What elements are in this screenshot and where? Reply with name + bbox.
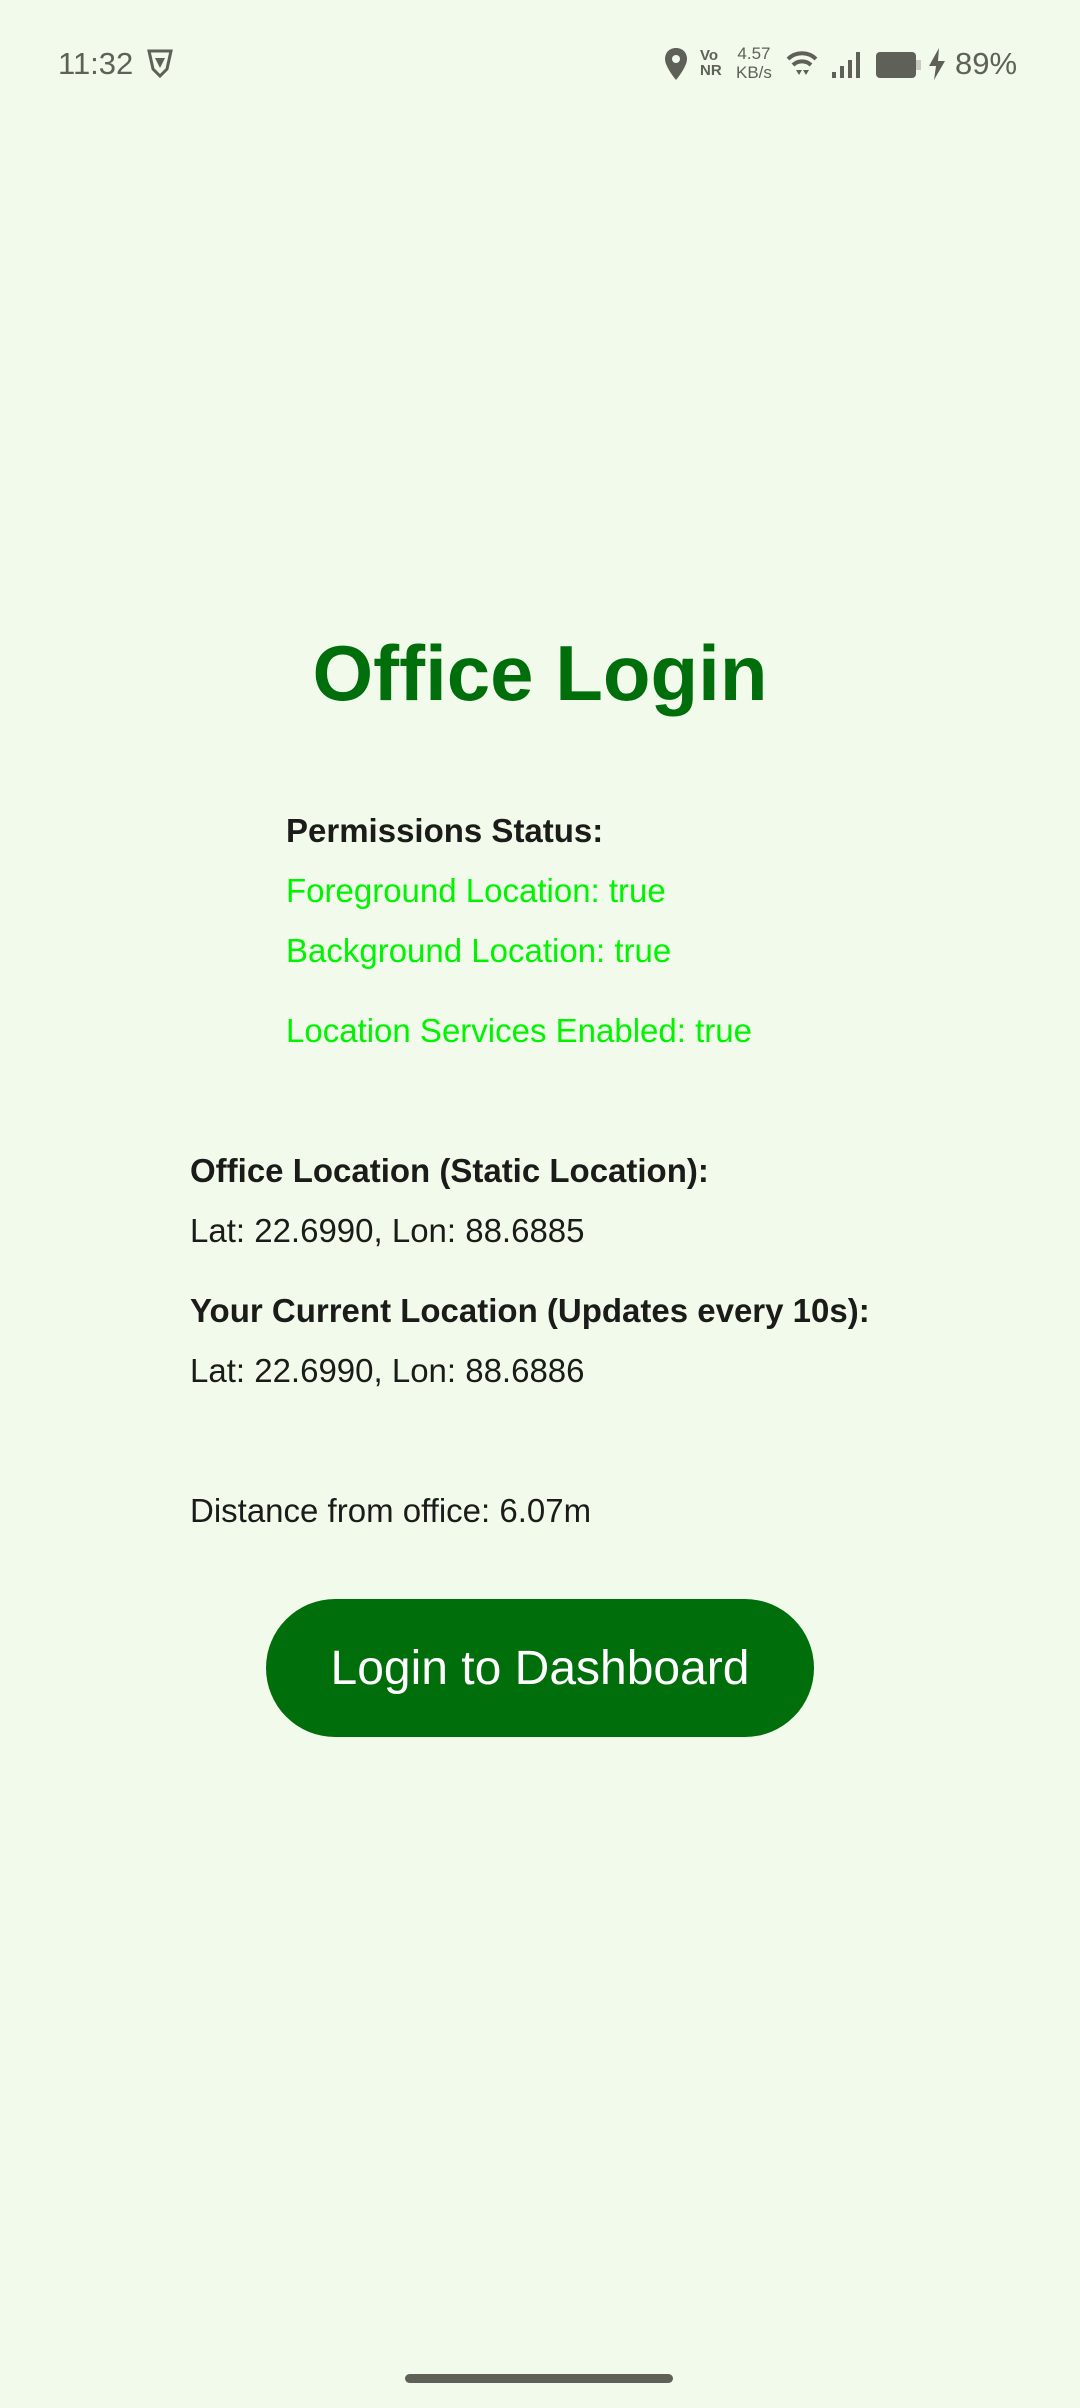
charging-icon bbox=[928, 48, 946, 85]
office-location-coords: Lat: 22.6990, Lon: 88.6885 bbox=[190, 1212, 585, 1249]
net-speed: 4.57 KB/s bbox=[736, 44, 772, 82]
login-to-dashboard-button[interactable]: Login to Dashboard bbox=[266, 1599, 814, 1737]
net-speed-unit: KB/s bbox=[736, 63, 772, 82]
background-location-status: Background Location: true bbox=[286, 932, 672, 969]
wifi-icon bbox=[786, 50, 818, 83]
location-icon bbox=[664, 48, 688, 85]
home-gesture-bar[interactable] bbox=[405, 2374, 673, 2383]
vpn-shield-icon bbox=[146, 48, 174, 83]
battery-percent: 89% bbox=[955, 46, 1018, 81]
status-time: 11:32 bbox=[58, 46, 134, 81]
signal-icon bbox=[832, 52, 862, 83]
foreground-location-status: Foreground Location: true bbox=[286, 872, 666, 909]
net-speed-value: 4.57 bbox=[737, 44, 771, 63]
office-location-heading: Office Location (Static Location): bbox=[190, 1152, 709, 1189]
permissions-heading: Permissions Status: bbox=[286, 812, 604, 849]
distance-from-office: Distance from office: 6.07m bbox=[190, 1492, 592, 1529]
current-location-heading: Your Current Location (Updates every 10s… bbox=[190, 1292, 870, 1329]
volte-bottom: NR bbox=[700, 62, 722, 79]
battery-icon bbox=[876, 52, 922, 83]
current-location-coords: Lat: 22.6990, Lon: 88.6886 bbox=[190, 1352, 585, 1389]
page-title: Office Login bbox=[312, 629, 768, 717]
location-services-status: Location Services Enabled: true bbox=[286, 1012, 752, 1049]
volte-indicator: Vo NR bbox=[700, 48, 722, 78]
